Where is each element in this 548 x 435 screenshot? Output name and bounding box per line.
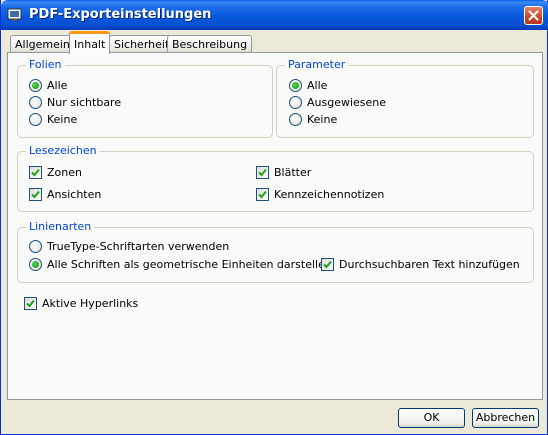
folien-nur-sichtbare-label: Nur sichtbare bbox=[47, 96, 122, 109]
checkbox-checked bbox=[321, 258, 334, 271]
dialog-window: PDF-Exporteinstellungen Allgemein Inhalt… bbox=[0, 0, 548, 435]
parameter-legend: Parameter bbox=[285, 58, 349, 71]
check-mark-icon bbox=[323, 260, 332, 269]
truetype-label: TrueType-Schriftarten verwenden bbox=[47, 240, 230, 253]
parameter-alle-label: Alle bbox=[307, 79, 328, 92]
radio-unselected bbox=[29, 113, 42, 126]
radio-unselected bbox=[289, 96, 302, 109]
aktive-hyperlinks-label: Aktive Hyperlinks bbox=[42, 297, 139, 310]
blaetter-label: Blätter bbox=[274, 166, 312, 179]
radio-selected bbox=[289, 79, 302, 92]
window-title: PDF-Exporteinstellungen bbox=[29, 7, 212, 22]
checkbox-checked bbox=[29, 166, 42, 179]
folien-keine-label: Keine bbox=[47, 113, 78, 126]
checkbox-checked bbox=[29, 188, 42, 201]
close-icon bbox=[528, 10, 539, 21]
parameter-group: Parameter Alle Ausgewiesene Keine bbox=[276, 58, 534, 138]
geometrisch-label: Alle Schriften als geometrische Einheite… bbox=[47, 258, 332, 271]
close-button[interactable] bbox=[524, 6, 543, 25]
check-mark-icon bbox=[26, 299, 35, 308]
folien-group: Folien Alle Nur sichtbare Keine bbox=[17, 58, 273, 138]
tab-inhalt[interactable]: Inhalt bbox=[69, 31, 111, 54]
checkbox-checked bbox=[24, 297, 37, 310]
lesezeichen-legend: Lesezeichen bbox=[26, 144, 100, 157]
folien-legend: Folien bbox=[26, 58, 65, 71]
radio-unselected bbox=[289, 113, 302, 126]
kennzeichennotizen-label: Kennzeichennotizen bbox=[274, 188, 385, 201]
folien-alle-label: Alle bbox=[47, 79, 68, 92]
radio-unselected bbox=[29, 240, 42, 253]
radio-unselected bbox=[29, 96, 42, 109]
radio-selected bbox=[29, 258, 42, 271]
durchsuchbar-label: Durchsuchbaren Text hinzufügen bbox=[339, 258, 520, 271]
lesezeichen-group: Lesezeichen Zonen Ansichten Blätter Kenn… bbox=[17, 144, 534, 212]
tab-panel-inhalt: Folien Alle Nur sichtbare Keine Paramete… bbox=[7, 52, 543, 400]
zonen-label: Zonen bbox=[47, 166, 82, 179]
checkbox-checked bbox=[256, 166, 269, 179]
linienarten-group: Linienarten TrueType-Schriftarten verwen… bbox=[17, 220, 534, 283]
parameter-keine-label: Keine bbox=[307, 113, 338, 126]
radio-selected bbox=[29, 79, 42, 92]
ok-button[interactable]: OK bbox=[398, 408, 465, 428]
linienarten-legend: Linienarten bbox=[26, 220, 95, 233]
ansichten-label: Ansichten bbox=[47, 188, 102, 201]
check-mark-icon bbox=[258, 190, 267, 199]
parameter-ausgewiesene-label: Ausgewiesene bbox=[307, 96, 387, 109]
app-icon bbox=[7, 7, 23, 23]
check-mark-icon bbox=[258, 168, 267, 177]
checkbox-checked bbox=[256, 188, 269, 201]
check-mark-icon bbox=[31, 190, 40, 199]
check-mark-icon bbox=[31, 168, 40, 177]
cancel-button[interactable]: Abbrechen bbox=[472, 408, 539, 428]
title-bar[interactable]: PDF-Exporteinstellungen bbox=[1, 0, 548, 30]
